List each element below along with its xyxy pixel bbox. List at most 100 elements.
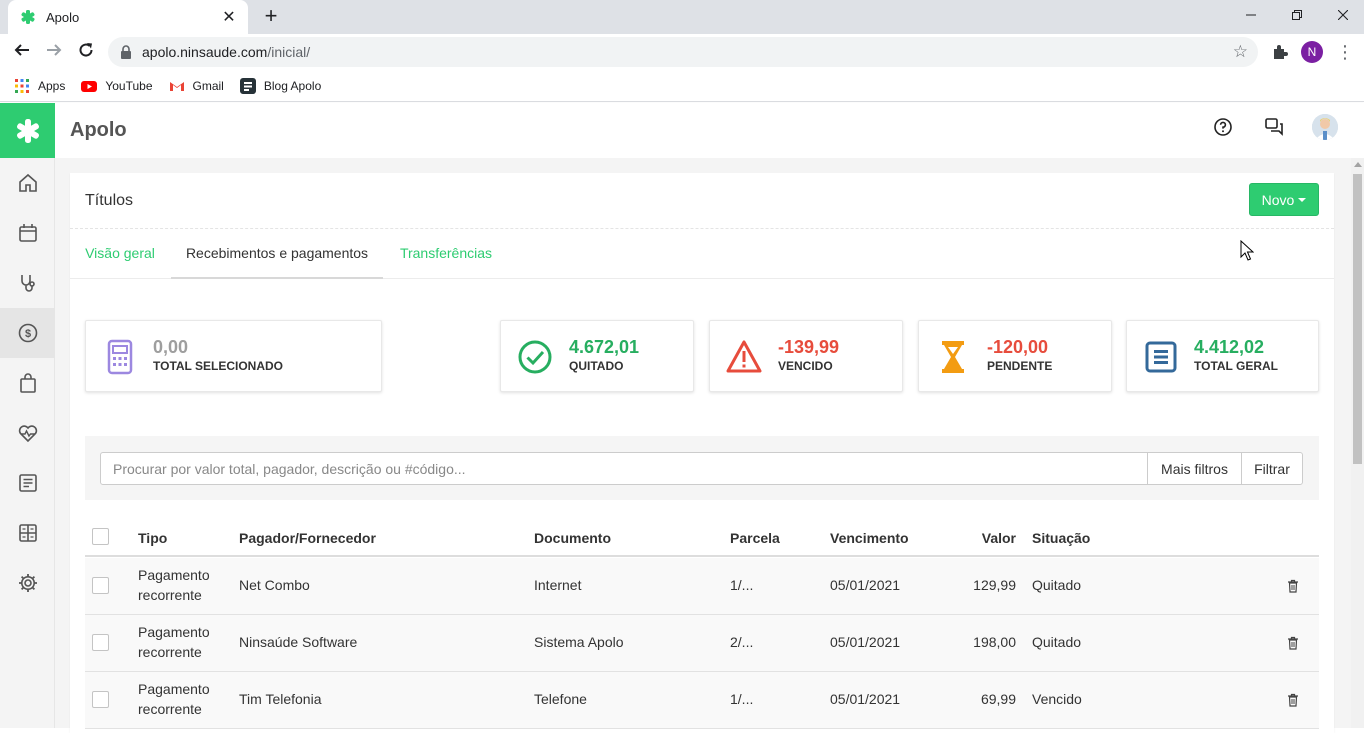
scroll-up-arrow-icon[interactable] — [1354, 162, 1362, 167]
trash-icon[interactable] — [1287, 579, 1299, 593]
sidebar-item-dashboard[interactable] — [0, 508, 55, 558]
browser-menu-icon[interactable]: ⋮ — [1336, 40, 1354, 64]
browser-toolbar: apolo.ninsaude.com/inicial/ ☆ N ⋮ — [0, 34, 1364, 70]
col-value[interactable]: Valor — [935, 530, 1016, 546]
search-input[interactable] — [100, 452, 1148, 485]
cell-due-date: 05/01/2021 — [830, 691, 901, 707]
stat-value: 4.672,01 — [569, 337, 640, 357]
browser-tab[interactable]: Apolo ✕ — [8, 0, 248, 34]
select-all-checkbox[interactable] — [92, 528, 109, 545]
tab-overview[interactable]: Visão geral — [70, 229, 170, 279]
minimize-icon[interactable] — [1228, 0, 1274, 30]
row-checkbox[interactable] — [92, 577, 109, 594]
app-name: Apolo — [70, 119, 127, 141]
browser-tabstrip: Apolo ✕ + — [0, 0, 1364, 34]
filter-button[interactable]: Filtrar — [1241, 452, 1303, 485]
cell-document: Sistema Apolo — [534, 634, 624, 650]
table-row[interactable]: Pagamento recorrente Net Combo Internet … — [85, 558, 1319, 615]
user-avatar[interactable] — [1312, 114, 1338, 140]
new-button[interactable]: Novo — [1249, 183, 1319, 216]
stethoscope-icon — [20, 275, 35, 292]
bookmarks-bar: Apps YouTube Gmail Blog Apolo — [0, 70, 1364, 102]
forward-arrow-icon[interactable] — [42, 40, 66, 64]
trash-icon[interactable] — [1287, 636, 1299, 650]
stat-label: TOTAL SELECIONADO — [153, 359, 284, 373]
tab-transfers[interactable]: Transferências — [383, 229, 509, 279]
sidebar-item-reports[interactable] — [0, 458, 55, 508]
shopping-bag-icon — [19, 373, 36, 393]
address-bar[interactable]: apolo.ninsaude.com/inicial/ ☆ — [108, 37, 1258, 67]
dashboard-grid-icon — [18, 524, 37, 542]
new-button-label: Novo — [1261, 191, 1295, 208]
sidebar-item-health[interactable] — [0, 408, 55, 458]
profile-avatar[interactable]: N — [1301, 41, 1323, 63]
lock-icon — [121, 45, 131, 59]
stat-value: -120,00 — [987, 337, 1049, 357]
row-checkbox[interactable] — [92, 634, 109, 651]
cell-installment: 1/... — [730, 691, 754, 707]
bookmark-gmail[interactable]: Gmail — [169, 78, 224, 94]
col-document[interactable]: Documento — [534, 530, 611, 546]
reload-icon[interactable] — [74, 40, 98, 64]
sidebar-item-settings[interactable] — [0, 558, 55, 608]
col-installment[interactable]: Parcela — [730, 530, 780, 546]
url-path: /inicial/ — [267, 44, 311, 60]
bookmark-label: Blog Apolo — [263, 78, 322, 93]
cell-status: Quitado — [1032, 634, 1082, 650]
sidebar-item-home[interactable] — [0, 158, 55, 208]
cell-type-line1: Pagamento — [138, 681, 210, 697]
col-payer[interactable]: Pagador/Fornecedor — [239, 530, 376, 546]
sidebar-item-finance[interactable]: $ — [0, 308, 55, 358]
dollar-circle-icon: $ — [18, 323, 37, 343]
calculator-icon — [107, 339, 133, 375]
more-filters-button[interactable]: Mais filtros — [1147, 452, 1242, 485]
cell-type-line2: recorrente — [138, 644, 202, 660]
heart-pulse-icon — [18, 425, 37, 443]
mouse-cursor-icon — [1240, 240, 1254, 261]
help-icon[interactable] — [1213, 117, 1233, 137]
table-row[interactable]: Pagamento recorrente Ninsaúde Software S… — [85, 615, 1319, 672]
stat-value: -139,99 — [778, 337, 840, 357]
cell-type-line1: Pagamento — [138, 624, 210, 640]
extensions-puzzle-icon[interactable] — [1270, 42, 1290, 62]
row-checkbox[interactable] — [92, 691, 109, 708]
close-window-icon[interactable] — [1320, 0, 1364, 30]
cell-payer: Net Combo — [239, 577, 310, 593]
bookmark-apps[interactable]: Apps — [14, 78, 65, 94]
cell-installment: 1/... — [730, 577, 754, 593]
sidebar-item-store[interactable] — [0, 358, 55, 408]
tabs-bar: Visão geral Recebimentos e pagamentos Tr… — [70, 229, 1334, 279]
table-row[interactable]: Pagamento recorrente Tim Telefonia Telef… — [85, 672, 1319, 729]
check-circle-icon — [518, 340, 552, 374]
filter-bar: Mais filtros Filtrar — [85, 436, 1319, 500]
browser-tab-title: Apolo — [46, 9, 80, 25]
apolo-favicon-icon — [21, 10, 35, 24]
list-document-icon — [18, 474, 37, 492]
bookmark-youtube[interactable]: YouTube — [81, 78, 153, 94]
sidebar-item-clinical[interactable] — [0, 258, 55, 308]
col-status[interactable]: Situação — [1032, 530, 1090, 546]
bookmark-blog-apolo[interactable]: Blog Apolo — [239, 77, 322, 94]
bookmark-label: YouTube — [105, 78, 153, 93]
bookmark-star-icon[interactable]: ☆ — [1233, 42, 1248, 62]
cell-due-date: 05/01/2021 — [830, 577, 901, 593]
cell-status: Quitado — [1032, 577, 1082, 593]
trash-icon[interactable] — [1287, 693, 1299, 707]
col-type[interactable]: Tipo — [138, 530, 167, 546]
new-tab-button[interactable]: + — [258, 4, 284, 30]
url-host: apolo.ninsaude.com — [142, 44, 268, 60]
restore-icon[interactable] — [1274, 0, 1320, 30]
stat-value: 4.412,02 — [1194, 337, 1265, 357]
caret-down-icon — [1298, 197, 1307, 202]
page-title: Títulos — [85, 192, 134, 209]
close-tab-icon[interactable]: ✕ — [220, 7, 238, 27]
col-due-date[interactable]: Vencimento — [830, 530, 909, 546]
cell-value: 198,00 — [973, 634, 1016, 650]
scrollbar-thumb[interactable] — [1353, 174, 1362, 464]
back-arrow-icon[interactable] — [10, 40, 34, 64]
chat-icon[interactable] — [1264, 117, 1284, 137]
sidebar-item-calendar[interactable] — [0, 208, 55, 258]
app-logo[interactable] — [0, 103, 55, 158]
page-scrollbar[interactable] — [1351, 158, 1364, 728]
tab-receipts-payments[interactable]: Recebimentos e pagamentos — [171, 229, 383, 279]
